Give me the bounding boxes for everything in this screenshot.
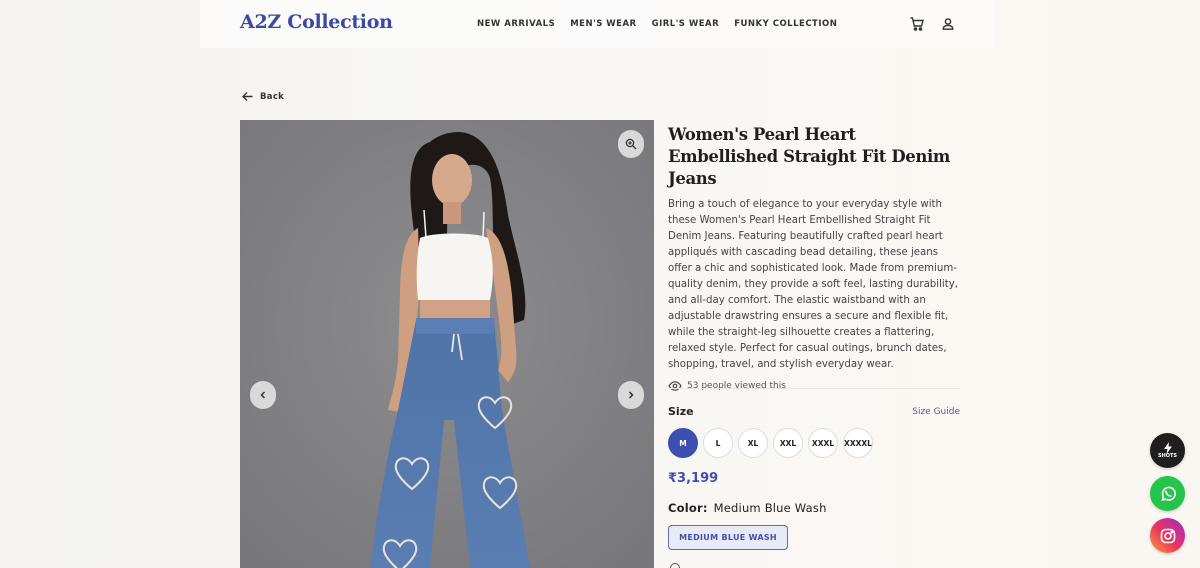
arrow-left-icon	[242, 92, 253, 101]
zoom-in-icon	[625, 138, 637, 150]
size-label: Size	[668, 405, 694, 418]
product-info: Women's Pearl Heart Embellished Straight…	[668, 124, 960, 391]
size-option-l[interactable]: L	[703, 428, 733, 458]
size-option-xxl[interactable]: XXL	[773, 428, 803, 458]
view-count: 53 people viewed this	[668, 381, 960, 391]
color-value: Medium Blue Wash	[713, 501, 827, 515]
nav-funky-collection[interactable]: FUNKY COLLECTION	[734, 19, 837, 29]
cart-icon[interactable]	[909, 16, 925, 32]
nav-mens-wear[interactable]: MEN'S WEAR	[570, 19, 636, 29]
size-option-xxxl[interactable]: XXXL	[808, 428, 838, 458]
nav-new-arrivals[interactable]: NEW ARRIVALS	[477, 19, 555, 29]
instagram-button[interactable]	[1150, 518, 1185, 553]
product-gallery	[240, 120, 654, 568]
eye-icon	[668, 381, 682, 391]
size-header: Size Size Guide	[668, 405, 960, 418]
color-selection: Color: Medium Blue Wash	[668, 501, 827, 515]
view-count-text: 53 people viewed this	[687, 381, 786, 391]
user-icon[interactable]	[940, 16, 956, 32]
info-icon	[670, 563, 680, 568]
chevron-left-icon	[260, 391, 266, 399]
zoom-button[interactable]	[618, 130, 644, 158]
size-options: M L XL XXL XXXL XXXXL	[668, 428, 873, 458]
product-image	[240, 120, 654, 568]
back-label: Back	[260, 91, 285, 102]
product-description: Bring a touch of elegance to your everyd…	[668, 199, 959, 370]
chevron-right-icon	[628, 391, 634, 399]
whatsapp-icon	[1160, 486, 1176, 501]
size-option-m[interactable]: M	[668, 428, 698, 458]
divider	[668, 388, 960, 389]
size-option-xl[interactable]: XL	[738, 428, 768, 458]
site-header: A2Z Collection NEW ARRIVALS MEN'S WEAR G…	[200, 0, 995, 48]
instagram-icon	[1160, 528, 1175, 543]
color-label: Color:	[668, 501, 708, 515]
product-title: Women's Pearl Heart Embellished Straight…	[668, 125, 950, 188]
whatsapp-button[interactable]	[1150, 476, 1185, 511]
back-button[interactable]: Back	[241, 90, 284, 103]
shots-label: SHOTS	[1157, 453, 1178, 459]
product-price: ₹3,199	[668, 471, 719, 486]
shots-button[interactable]: SHOTS	[1150, 433, 1185, 468]
color-option-medium-blue-wash[interactable]: MEDIUM BLUE WASH	[668, 525, 788, 550]
next-image-button[interactable]	[618, 381, 644, 409]
site-logo[interactable]: A2Z Collection	[240, 11, 393, 33]
size-guide-link[interactable]: Size Guide	[912, 407, 960, 417]
previous-image-button[interactable]	[250, 381, 276, 409]
main-nav: NEW ARRIVALS MEN'S WEAR GIRL'S WEAR FUNK…	[477, 19, 837, 29]
size-option-xxxxl[interactable]: XXXXL	[843, 428, 873, 458]
nav-girls-wear[interactable]: GIRL'S WEAR	[652, 19, 720, 29]
